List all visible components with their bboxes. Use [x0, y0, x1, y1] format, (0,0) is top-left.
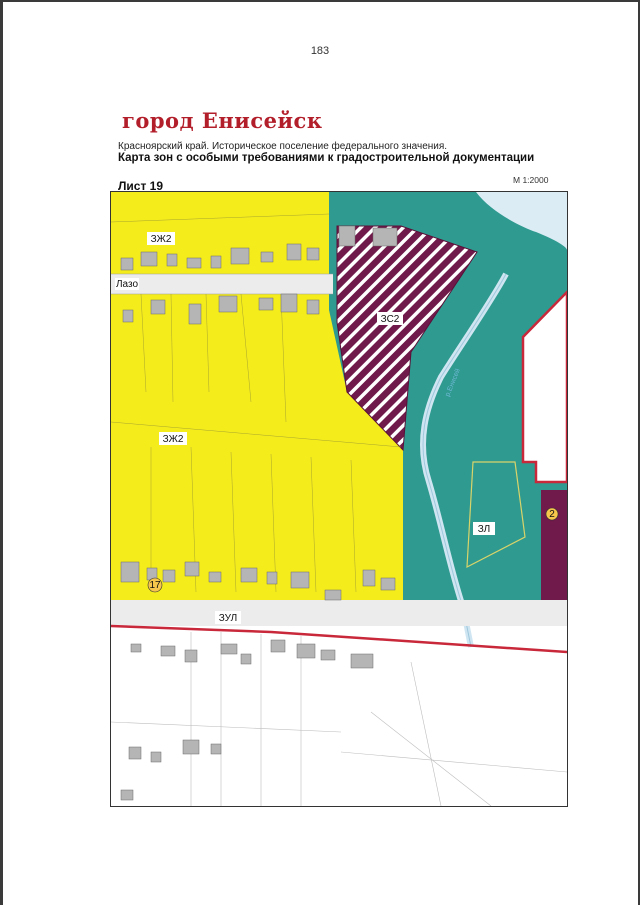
marker-2-label: 2: [549, 509, 555, 520]
city-title: город Енисейск: [122, 108, 323, 133]
street-lazo-label: Лазо: [116, 279, 138, 290]
scan-edge-left: [0, 0, 3, 905]
street-lazo[interactable]: [111, 274, 333, 294]
street-south[interactable]: [111, 600, 567, 626]
zone-label-zh2-mid: ЗЖ2: [163, 434, 184, 445]
map-canvas[interactable]: 17 2 ЗЖ2 Лазо ЗЖ2 ЗС2 ЗЛ ЗУЛ р.Енисей: [111, 192, 567, 806]
map-title: Карта зон с особыми требованиями к градо…: [118, 152, 535, 164]
zone-label-zl: ЗЛ: [478, 524, 491, 535]
page-number: 183: [310, 45, 330, 57]
subtitle: Красноярский край. Историческое поселени…: [118, 141, 448, 152]
scan-edge-top: [0, 0, 640, 2]
zone-label-zul: ЗУЛ: [219, 613, 238, 624]
zone-label-zh2-top: ЗЖ2: [151, 234, 172, 245]
zone-label-zs2: ЗС2: [381, 314, 400, 325]
zone-map[interactable]: 17 2 ЗЖ2 Лазо ЗЖ2 ЗС2 ЗЛ ЗУЛ р.Енисей: [110, 191, 568, 807]
cemetery-zone[interactable]: [541, 490, 567, 602]
marker-17-label: 17: [149, 580, 161, 591]
scale-label: М 1:2000: [513, 175, 549, 185]
